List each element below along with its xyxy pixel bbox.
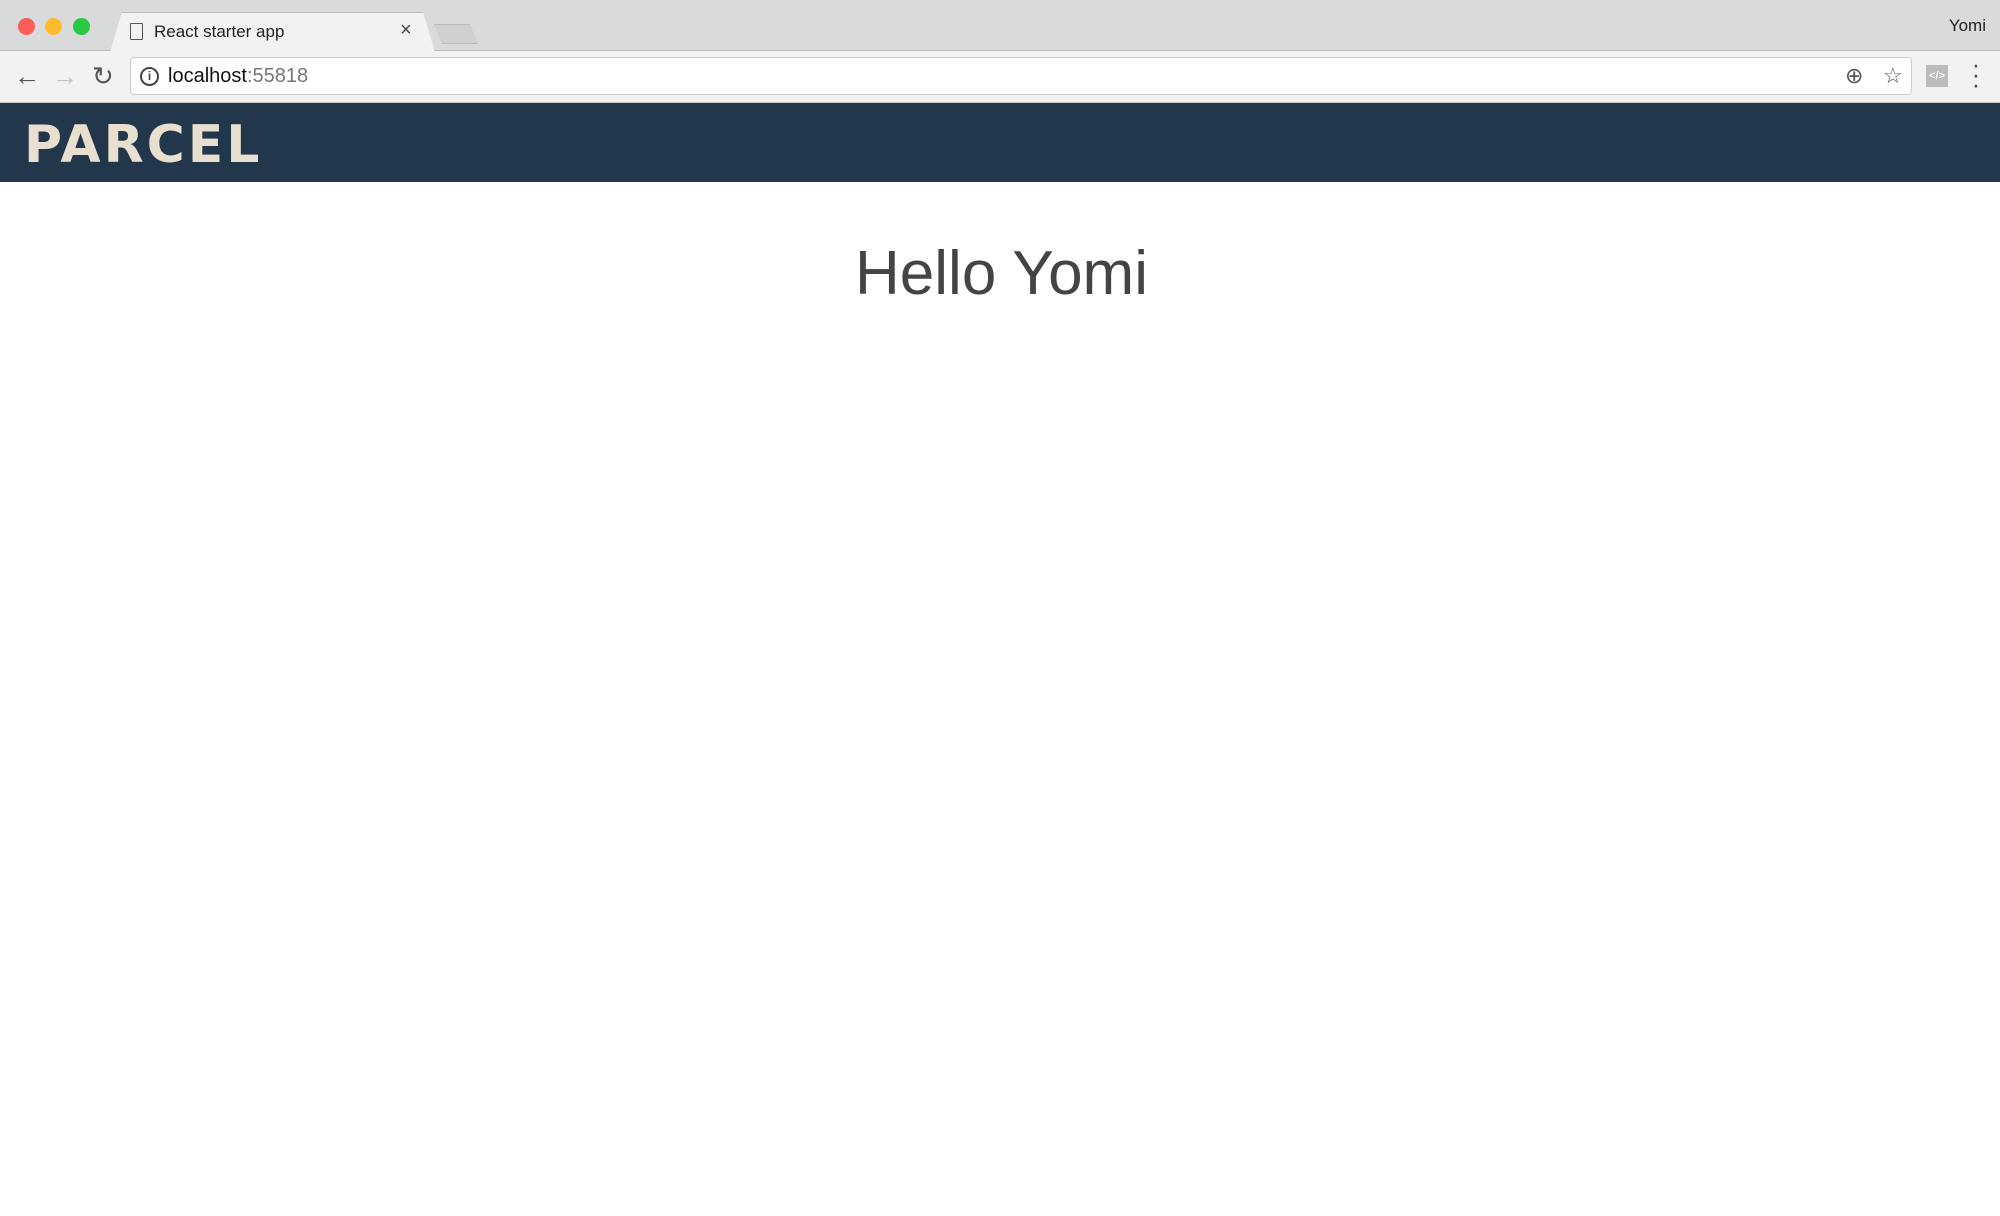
window-minimize-button[interactable] — [45, 18, 62, 35]
url-text[interactable]: localhost:55818 — [168, 65, 308, 88]
window-close-button[interactable] — [18, 18, 35, 35]
greeting-heading: Hello Yomi — [855, 239, 1148, 308]
browser-tab-bar: React starter app × Yomi — [0, 0, 2000, 52]
profile-name[interactable]: Yomi — [1949, 16, 1986, 36]
code-extension-icon[interactable]: </> — [1926, 65, 1948, 87]
browser-toolbar: ← → ↻ i localhost:55818 ⊕ ☆ </> · · · — [0, 51, 2000, 103]
parcel-logo: PARCEL — [24, 115, 263, 175]
more-menu-icon[interactable]: · · · — [1970, 51, 1982, 97]
document-icon — [130, 23, 143, 40]
app-header: PARCEL — [0, 103, 2000, 182]
back-arrow-icon[interactable]: ← — [14, 61, 40, 92]
url-host: localhost — [168, 65, 247, 87]
browser-tab[interactable]: React starter app × — [110, 12, 435, 52]
tab-title: React starter app — [154, 22, 285, 41]
forward-arrow-icon[interactable]: → — [52, 61, 78, 92]
url-port: :55818 — [246, 65, 309, 87]
new-tab-button[interactable] — [434, 24, 478, 44]
star-bookmark-icon[interactable]: ☆ — [1883, 63, 1903, 89]
window-maximize-button[interactable] — [73, 18, 90, 35]
reload-icon[interactable]: ↻ — [92, 61, 114, 92]
close-tab-icon[interactable]: × — [400, 19, 412, 42]
info-icon[interactable]: i — [140, 67, 159, 86]
zoom-in-icon[interactable]: ⊕ — [1845, 63, 1863, 89]
address-bar[interactable]: i localhost:55818 ⊕ ☆ — [130, 57, 1912, 95]
